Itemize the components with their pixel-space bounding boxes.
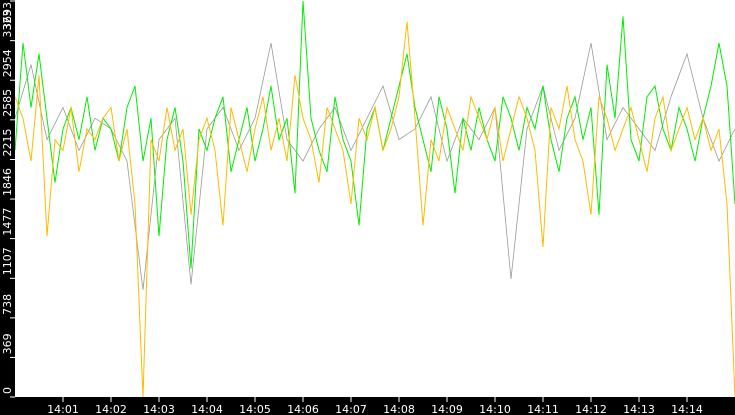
x-tick-label: 14:01: [47, 403, 79, 415]
x-tick-label: 14:09: [431, 403, 463, 415]
y-tick-label: 738: [1, 294, 14, 315]
x-tick-label: 14:12: [575, 403, 607, 415]
x-tick-label: 14:05: [239, 403, 271, 415]
y-tick-label: 1477: [1, 208, 14, 236]
x-tick-label: 14:06: [287, 403, 319, 415]
y-tick-label: 3693: [1, 2, 14, 30]
plot-background: [15, 0, 735, 397]
y-tick-label: 0: [1, 387, 14, 394]
x-tick-label: 14:08: [383, 403, 415, 415]
y-tick-label: 1107: [1, 247, 14, 275]
x-tick-label: 14:13: [623, 403, 655, 415]
y-tick-label: 369: [1, 333, 14, 354]
x-tick-label: 14:11: [527, 403, 559, 415]
x-tick-label: 14:10: [479, 403, 511, 415]
x-tick-label: 14:07: [335, 403, 367, 415]
y-tick-label: 2585: [1, 89, 14, 117]
x-tick-label: 14:02: [95, 403, 127, 415]
y-tick-label: 2215: [1, 128, 14, 156]
line-chart: 0369738110714771846221525852954332336931…: [0, 0, 735, 415]
x-tick-label: 14:04: [191, 403, 223, 415]
x-tick-label: 14:14: [671, 403, 703, 415]
y-tick-label: 2954: [1, 49, 14, 77]
y-tick-label: 1846: [1, 168, 14, 196]
x-tick-label: 14:03: [143, 403, 175, 415]
